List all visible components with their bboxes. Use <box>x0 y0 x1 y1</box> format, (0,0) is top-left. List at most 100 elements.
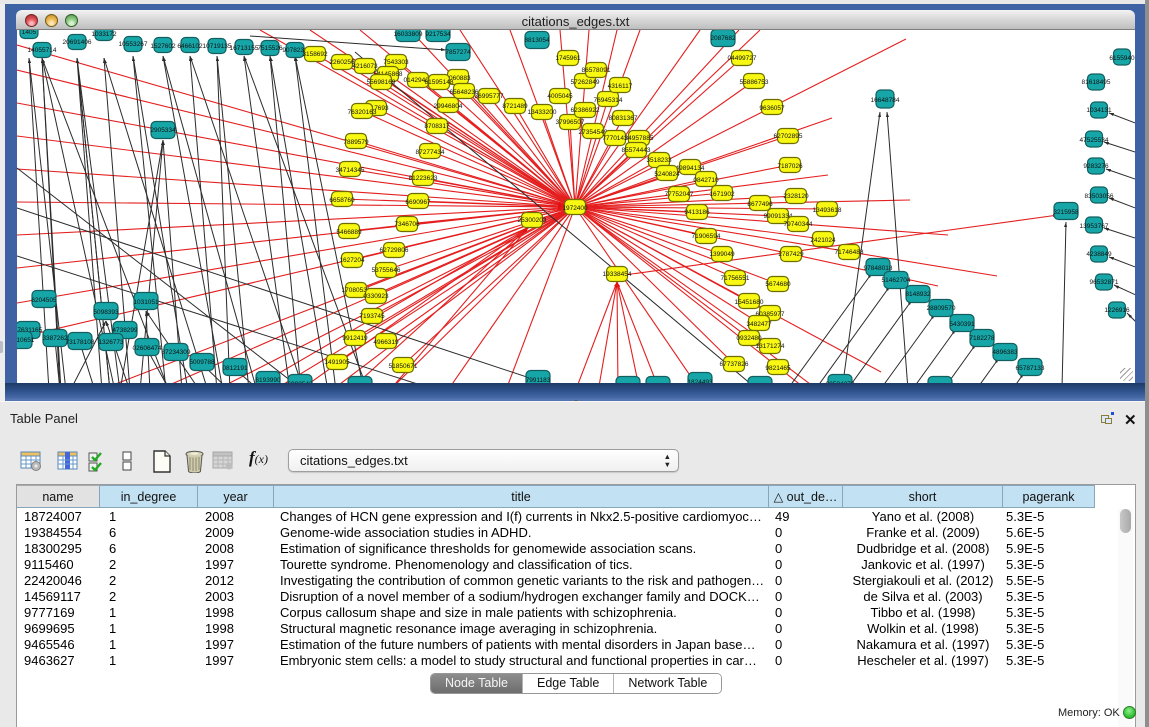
svg-text:71746488: 71746488 <box>835 249 864 256</box>
svg-text:3518233: 3518233 <box>646 157 672 164</box>
svg-text:5430391: 5430391 <box>949 321 975 328</box>
svg-text:1491905: 1491905 <box>324 359 350 366</box>
svg-text:6466102: 6466102 <box>177 43 203 50</box>
svg-text:1033172: 1033172 <box>91 31 117 38</box>
svg-text:7182278: 7182278 <box>969 335 995 342</box>
svg-text:04499727: 04499727 <box>728 55 757 62</box>
svg-text:8148932: 8148932 <box>905 291 931 298</box>
svg-text:1031051: 1031051 <box>133 299 159 306</box>
svg-text:0842710: 0842710 <box>693 177 719 184</box>
svg-text:1405: 1405 <box>22 30 37 36</box>
svg-text:2421024: 2421024 <box>810 237 836 244</box>
svg-text:0330923: 0330923 <box>363 293 389 300</box>
svg-text:20691406: 20691406 <box>63 39 92 46</box>
svg-text:5240824: 5240824 <box>654 171 680 178</box>
svg-text:4005045: 4005045 <box>547 93 573 100</box>
svg-text:13953767: 13953767 <box>1080 223 1109 230</box>
svg-text:34714345: 34714345 <box>336 167 365 174</box>
svg-text:16033809: 16033809 <box>394 31 423 38</box>
svg-text:7515526: 7515526 <box>257 45 283 52</box>
svg-text:7193745: 7193745 <box>359 313 385 320</box>
svg-text:7187026: 7187026 <box>777 163 803 170</box>
svg-text:7889579: 7889579 <box>343 139 369 146</box>
svg-text:4216073: 4216073 <box>352 63 378 70</box>
svg-text:3215958: 3215958 <box>1053 209 1079 216</box>
svg-text:13493618: 13493618 <box>813 207 842 214</box>
svg-text:7543303: 7543303 <box>383 59 409 66</box>
svg-text:5098393: 5098393 <box>93 309 119 316</box>
svg-text:55886753: 55886753 <box>740 79 769 86</box>
svg-text:25300203: 25300203 <box>518 217 547 224</box>
svg-text:77752047: 77752047 <box>665 191 694 198</box>
svg-text:71756551: 71756551 <box>721 275 750 282</box>
svg-text:16713155: 16713155 <box>230 45 259 52</box>
svg-text:1527602: 1527602 <box>150 43 176 50</box>
svg-text:9821465: 9821465 <box>765 365 791 372</box>
svg-text:96532871: 96532871 <box>1090 279 1119 286</box>
svg-text:4966319: 4966319 <box>373 339 399 346</box>
svg-text:6658760: 6658760 <box>329 197 355 204</box>
svg-text:3482477: 3482477 <box>746 321 772 328</box>
svg-text:76945314: 76945314 <box>594 97 623 104</box>
svg-text:34957885: 34957885 <box>625 135 654 142</box>
svg-text:76320163: 76320163 <box>348 109 377 116</box>
svg-text:29946804: 29946804 <box>434 103 463 110</box>
svg-text:80831367: 80831367 <box>609 115 638 122</box>
svg-text:8708317: 8708317 <box>424 123 450 130</box>
svg-text:51850671: 51850671 <box>389 363 418 370</box>
svg-text:1671902: 1671902 <box>709 191 735 198</box>
svg-text:16648784: 16648784 <box>871 97 900 104</box>
svg-text:10719135: 10719135 <box>203 43 232 50</box>
svg-text:55698169: 55698169 <box>367 79 396 86</box>
svg-text:1627204: 1627204 <box>339 257 365 264</box>
svg-text:62386922: 62386922 <box>571 107 600 114</box>
svg-text:1034131: 1034131 <box>1086 107 1112 114</box>
svg-text:13433200: 13433200 <box>528 109 557 116</box>
svg-text:5466889: 5466889 <box>336 229 362 236</box>
svg-text:7857274: 7857274 <box>445 49 471 56</box>
svg-text:7346706: 7346706 <box>394 221 420 228</box>
svg-text:5009788: 5009788 <box>189 359 215 366</box>
svg-text:5674680: 5674680 <box>765 281 791 288</box>
svg-text:0812191: 0812191 <box>222 365 248 372</box>
svg-text:87277434: 87277434 <box>416 149 445 156</box>
svg-text:1226916: 1226916 <box>1104 307 1130 314</box>
svg-text:36995777: 36995777 <box>475 93 504 100</box>
svg-text:51462704: 51462704 <box>882 277 911 284</box>
svg-text:1326773: 1326773 <box>98 339 124 346</box>
svg-text:83503056: 83503056 <box>1085 193 1114 200</box>
svg-text:9912419: 9912419 <box>342 335 368 342</box>
svg-text:9217534: 9217534 <box>425 31 451 38</box>
svg-text:1399049: 1399049 <box>709 251 735 258</box>
svg-text:2260256: 2260256 <box>329 59 355 66</box>
svg-text:2787429: 2787429 <box>778 251 804 258</box>
svg-text:85574443: 85574443 <box>622 147 651 154</box>
svg-text:37996507: 37996507 <box>556 119 585 126</box>
svg-text:4896383: 4896383 <box>992 349 1018 356</box>
svg-text:8721489: 8721489 <box>502 103 528 110</box>
svg-text:13171274: 13171274 <box>756 343 785 350</box>
svg-text:47525534: 47525534 <box>1080 137 1109 144</box>
svg-text:53755646: 53755646 <box>372 267 401 274</box>
svg-text:3158692: 3158692 <box>302 51 328 58</box>
svg-text:87234309: 87234309 <box>162 349 191 356</box>
svg-text:81223623: 81223623 <box>409 175 438 182</box>
svg-text:2328120: 2328120 <box>783 193 809 200</box>
svg-text:79740344: 79740344 <box>784 221 813 228</box>
svg-text:81618495: 81618495 <box>1082 79 1111 86</box>
svg-text:86578091: 86578091 <box>582 67 611 74</box>
svg-text:14055714: 14055714 <box>28 47 57 54</box>
svg-text:67737826: 67737826 <box>720 361 749 368</box>
svg-text:8813054: 8813054 <box>524 37 550 44</box>
svg-text:4238849: 4238849 <box>1086 251 1112 258</box>
svg-text:02606474: 02606474 <box>133 345 162 352</box>
svg-text:3387262: 3387262 <box>42 335 68 342</box>
svg-text:57262849: 57262849 <box>571 79 600 86</box>
svg-text:2087682: 2087682 <box>710 35 736 42</box>
svg-text:62702895: 62702895 <box>774 133 803 140</box>
svg-text:73178108: 73178108 <box>66 339 95 346</box>
svg-text:6690967: 6690967 <box>405 199 431 206</box>
svg-text:71906594: 71906594 <box>692 233 721 240</box>
svg-text:19338454: 19338454 <box>603 271 632 278</box>
svg-text:1745961: 1745961 <box>555 55 581 62</box>
